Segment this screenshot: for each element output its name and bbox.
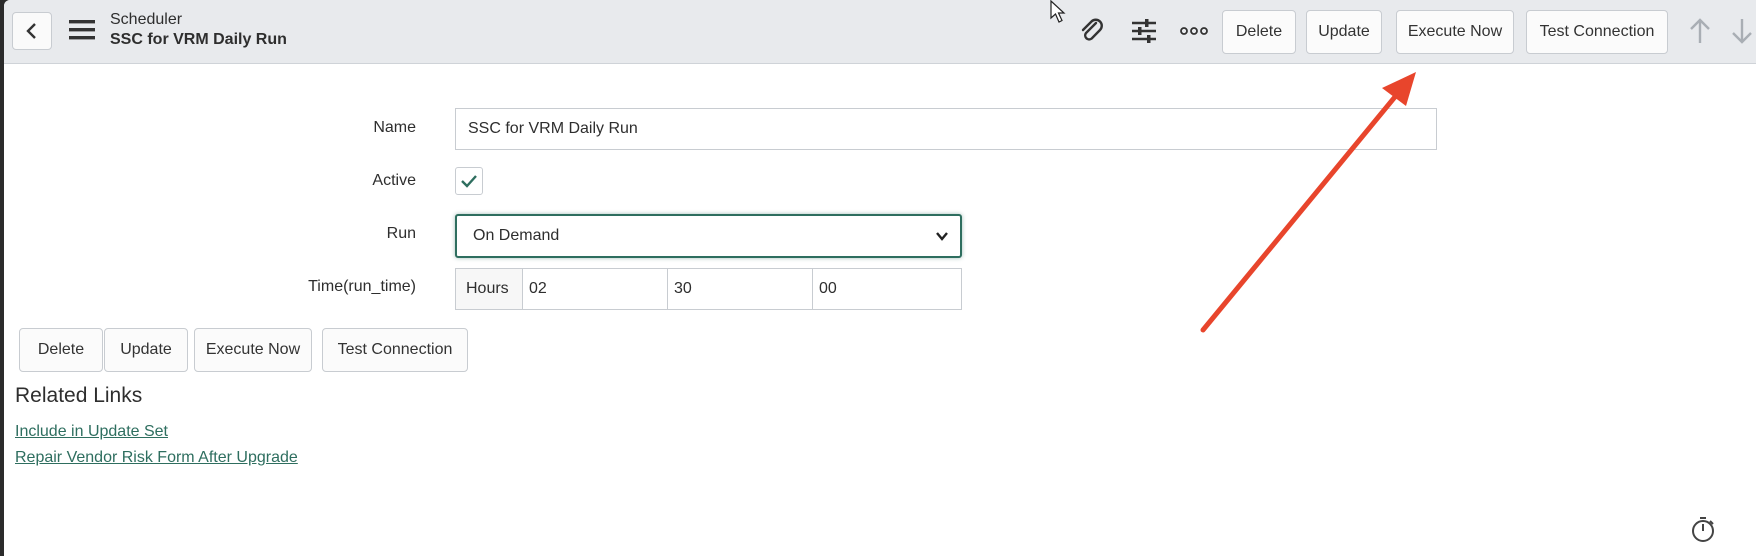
related-link-repair-vendor-risk-form[interactable]: Repair Vendor Risk Form After Upgrade <box>15 449 298 467</box>
stopwatch-icon <box>1692 517 1714 542</box>
seconds-field[interactable]: 00 <box>812 268 962 310</box>
time-label: Time(run_time) <box>308 278 416 295</box>
run-select-value: On Demand <box>473 227 560 244</box>
name-label: Name <box>373 119 416 136</box>
record-name-title: SSC for VRM Daily Run <box>110 31 287 48</box>
personalize-form-button[interactable] <box>1128 14 1160 48</box>
app-window: Scheduler SSC for VRM Daily Run Delete U… <box>4 0 1756 556</box>
menu-button[interactable] <box>68 16 96 44</box>
minutes-field[interactable]: 30 <box>667 268 813 310</box>
next-record-button[interactable] <box>1726 14 1756 48</box>
menu-icon <box>69 20 95 40</box>
update-button[interactable]: Update <box>104 328 188 372</box>
test-connection-button[interactable]: Test Connection <box>322 328 468 372</box>
header-update-button[interactable]: Update <box>1306 10 1382 54</box>
run-label: Run <box>386 225 416 242</box>
sliders-icon <box>1132 19 1156 43</box>
name-field[interactable]: SSC for VRM Daily Run <box>455 108 1437 150</box>
hours-field[interactable]: 02 <box>522 268 668 310</box>
related-link-include-in-update-set[interactable]: Include in Update Set <box>15 423 168 441</box>
attachment-button[interactable] <box>1076 14 1108 48</box>
active-checkbox[interactable] <box>455 167 483 195</box>
related-links-heading: Related Links <box>15 384 143 407</box>
back-icon <box>26 23 36 39</box>
arrow-down-icon <box>1732 19 1752 44</box>
time-unit-label: Hours <box>455 268 523 310</box>
chevron-down-icon <box>936 232 948 241</box>
back-button[interactable] <box>12 12 52 50</box>
previous-record-button[interactable] <box>1684 14 1716 48</box>
response-time-button[interactable] <box>1690 516 1716 544</box>
record-type-title: Scheduler <box>110 11 183 28</box>
execute-now-button[interactable]: Execute Now <box>194 328 312 372</box>
paperclip-icon <box>1081 18 1103 41</box>
more-icon <box>1180 27 1208 35</box>
header-test-connection-button[interactable]: Test Connection <box>1526 10 1668 54</box>
header-execute-now-button[interactable]: Execute Now <box>1396 10 1514 54</box>
arrow-up-icon <box>1690 18 1710 43</box>
mouse-cursor-icon <box>1050 0 1066 23</box>
delete-button[interactable]: Delete <box>19 328 103 372</box>
run-select[interactable]: On Demand <box>455 214 962 258</box>
active-label: Active <box>372 172 416 189</box>
more-options-button[interactable] <box>1178 14 1210 48</box>
header-title-block: Scheduler SSC for VRM Daily Run <box>110 10 287 50</box>
header-delete-button[interactable]: Delete <box>1222 10 1296 54</box>
form-header: Scheduler SSC for VRM Daily Run Delete U… <box>4 0 1756 64</box>
checkmark-icon <box>461 175 477 188</box>
